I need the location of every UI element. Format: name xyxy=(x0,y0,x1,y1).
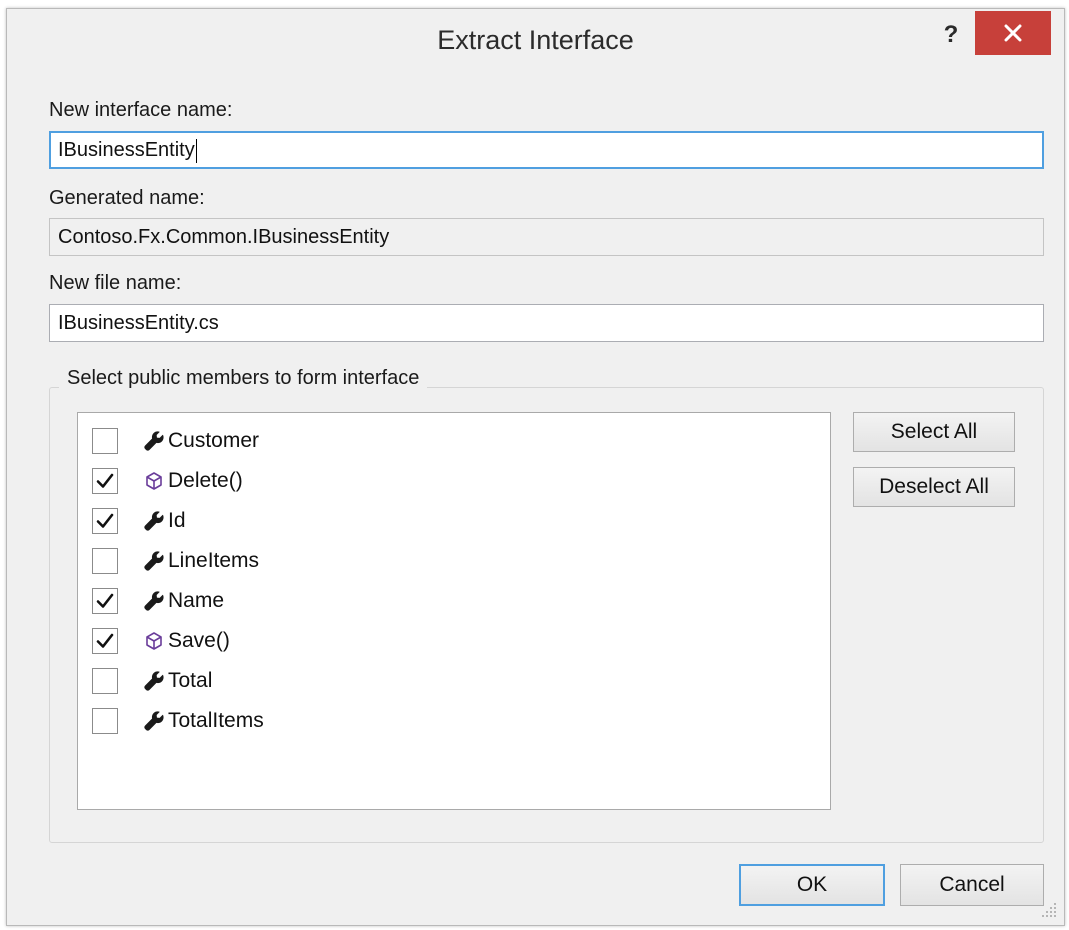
method-cube-icon xyxy=(142,629,166,653)
ok-button[interactable]: OK xyxy=(739,864,885,906)
interface-name-value: IBusinessEntity xyxy=(58,139,195,161)
member-label: Delete() xyxy=(168,469,243,492)
members-group-title: Select public members to form interface xyxy=(59,367,428,390)
help-button[interactable]: ? xyxy=(937,15,965,55)
list-item[interactable]: Name xyxy=(92,584,792,618)
generated-name-field: Contoso.Fx.Common.IBusinessEntity xyxy=(49,218,1044,256)
resize-grip-icon[interactable] xyxy=(1040,901,1058,919)
wrench-icon xyxy=(142,589,166,613)
close-button[interactable] xyxy=(975,11,1051,55)
list-item[interactable]: Delete() xyxy=(92,464,792,498)
member-label: LineItems xyxy=(168,549,260,572)
wrench-icon xyxy=(142,709,166,733)
checkmark-icon xyxy=(95,471,115,491)
member-label: Name xyxy=(168,589,225,612)
cancel-button[interactable]: Cancel xyxy=(900,864,1044,906)
list-item[interactable]: TotalItems xyxy=(92,704,792,738)
deselect-all-button[interactable]: Deselect All xyxy=(853,467,1015,507)
checkmark-icon xyxy=(95,591,115,611)
member-checkbox[interactable] xyxy=(92,508,118,534)
member-label: Save() xyxy=(168,629,230,652)
interface-name-label: New interface name: xyxy=(49,99,233,121)
list-item[interactable]: Save() xyxy=(92,624,792,658)
checkmark-icon xyxy=(95,511,115,531)
list-item[interactable]: LineItems xyxy=(92,544,792,578)
member-checkbox[interactable] xyxy=(92,468,118,494)
interface-name-input[interactable]: IBusinessEntity xyxy=(49,131,1044,169)
members-list[interactable]: Customer Delete() Id LineItems Name Save() Tot… xyxy=(77,412,831,810)
member-checkbox[interactable] xyxy=(92,588,118,614)
select-all-button[interactable]: Select All xyxy=(853,412,1015,452)
wrench-icon xyxy=(142,429,166,453)
member-checkbox[interactable] xyxy=(92,668,118,694)
list-item[interactable]: Customer xyxy=(92,424,792,458)
close-icon xyxy=(1004,24,1022,42)
dialog-title: Extract Interface xyxy=(437,25,634,55)
text-caret xyxy=(195,138,197,163)
member-checkbox[interactable] xyxy=(92,628,118,654)
generated-name-label: Generated name: xyxy=(49,187,205,209)
file-name-label: New file name: xyxy=(49,272,182,294)
generated-name-value: Contoso.Fx.Common.IBusinessEntity xyxy=(58,226,390,248)
wrench-icon xyxy=(142,509,166,533)
file-name-value: IBusinessEntity.cs xyxy=(58,312,219,334)
list-item[interactable]: Total xyxy=(92,664,792,698)
member-checkbox[interactable] xyxy=(92,548,118,574)
checkmark-icon xyxy=(95,631,115,651)
title-bar[interactable]: Extract Interface ? xyxy=(7,9,1064,73)
method-cube-icon xyxy=(142,469,166,493)
wrench-icon xyxy=(142,669,166,693)
file-name-input[interactable]: IBusinessEntity.cs xyxy=(49,304,1044,342)
wrench-icon xyxy=(142,549,166,573)
member-label: TotalItems xyxy=(168,709,264,732)
member-label: Total xyxy=(168,669,213,692)
member-label: Id xyxy=(168,509,186,532)
member-label: Customer xyxy=(168,429,260,452)
member-checkbox[interactable] xyxy=(92,428,118,454)
member-checkbox[interactable] xyxy=(92,708,118,734)
extract-interface-dialog: Extract Interface ? New interface name: … xyxy=(6,8,1065,926)
list-item[interactable]: Id xyxy=(92,504,792,538)
